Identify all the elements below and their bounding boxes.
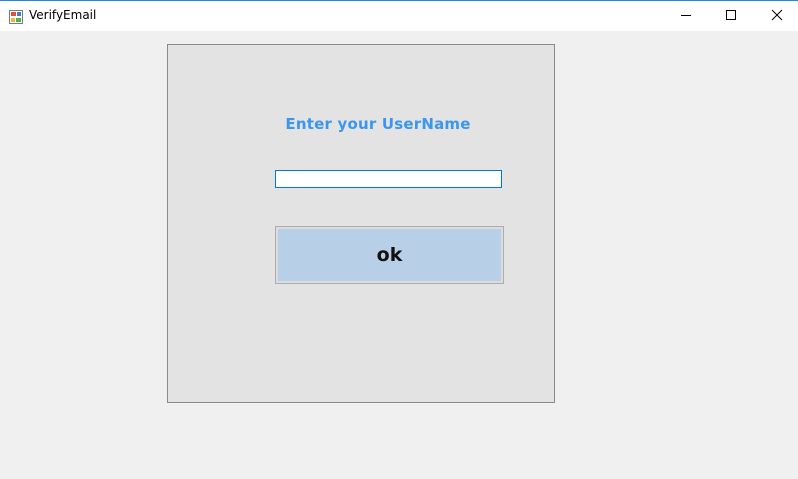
verify-panel: Enter your UserName ok xyxy=(167,44,555,403)
maximize-button[interactable] xyxy=(708,1,754,30)
username-prompt-label: Enter your UserName xyxy=(285,115,471,133)
close-icon xyxy=(771,6,783,25)
minimize-button[interactable] xyxy=(663,1,709,30)
maximize-icon xyxy=(725,6,737,25)
minimize-icon xyxy=(680,6,692,25)
window-title: VerifyEmail xyxy=(29,8,97,22)
client-area: Enter your UserName ok xyxy=(0,31,798,479)
title-bar[interactable]: VerifyEmail xyxy=(0,1,798,31)
close-button[interactable] xyxy=(754,1,798,30)
ok-button-label: ok xyxy=(278,229,501,281)
app-window: VerifyEmail Enter your UserName ok xyxy=(0,0,798,479)
app-window-icon xyxy=(9,9,23,24)
ok-button[interactable]: ok xyxy=(275,226,504,284)
username-input[interactable] xyxy=(275,170,502,188)
